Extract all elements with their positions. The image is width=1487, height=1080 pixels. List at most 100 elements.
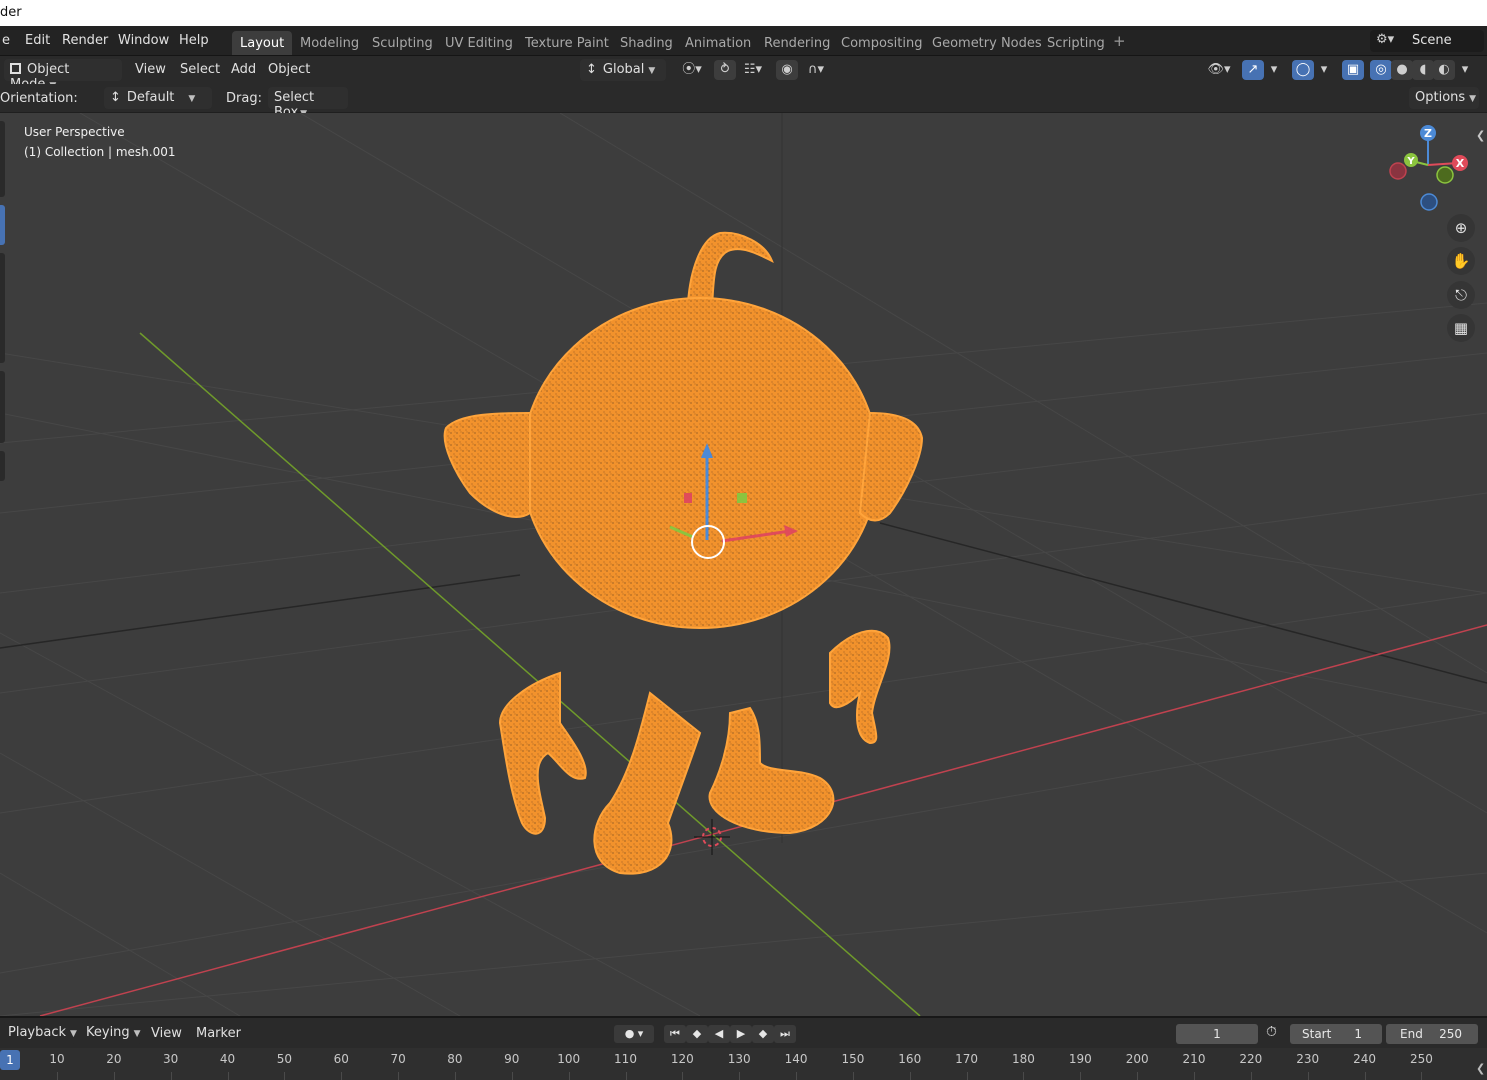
playback-dropdown[interactable]: Playback ▼ [2, 1022, 77, 1044]
frame-label: 150 [841, 1052, 865, 1066]
toolbar-group-transform[interactable] [0, 253, 5, 363]
toolbar-group-select[interactable] [0, 121, 5, 197]
orientation-dropdown[interactable]: ↕ Default ▼ [104, 87, 212, 109]
auto-keying-icon[interactable]: ● ▾ [614, 1025, 654, 1043]
jump-to-keyframe-prev-icon[interactable]: ◆ [686, 1025, 708, 1043]
zoom-icon[interactable]: ⊕ [1447, 214, 1475, 242]
falloff-icon[interactable]: ∩▾ [800, 60, 832, 80]
frame-label: 180 [1011, 1052, 1035, 1066]
window-title: der [0, 5, 22, 20]
toolbar-group-annotate[interactable] [0, 371, 5, 443]
chevron-down-icon: ▼ [133, 1029, 141, 1039]
tab-texture-paint[interactable]: Texture Paint [517, 31, 617, 55]
timeline-view-menu[interactable]: View [151, 1026, 182, 1041]
jump-to-end-icon[interactable]: ⏭ [774, 1025, 796, 1043]
chevron-down-icon[interactable]: ▾ [1314, 60, 1334, 80]
jump-to-keyframe-next-icon[interactable]: ◆ [752, 1025, 774, 1043]
3d-cursor-icon[interactable] [694, 819, 730, 855]
menu-object[interactable]: Object [268, 62, 310, 77]
navigation-gizmo[interactable]: Z X Y [1389, 125, 1468, 211]
3d-viewport[interactable]: Z X Y User Perspective (1) Collection | … [0, 113, 1487, 1016]
timeline-ruler[interactable]: 1 10 20 30 40 50 60 70 80 90 100 110 120 130 140 150 16… [0, 1048, 1487, 1080]
chevron-down-icon[interactable]: ▾ [1264, 60, 1284, 80]
preview-range-icon[interactable]: ⏱ [1266, 1024, 1277, 1040]
orientation-icon: ↕ [586, 62, 597, 77]
tab-modeling[interactable]: Modeling [292, 31, 367, 55]
material-shading-icon[interactable]: ◖ [1412, 60, 1434, 80]
scene-selector[interactable]: ⚙▾ Scene [1370, 30, 1484, 52]
mesh-head [521, 297, 879, 629]
start-frame-field[interactable]: Start 1 [1290, 1024, 1382, 1044]
toolbar-active-tool[interactable] [0, 205, 5, 245]
visibility-icon[interactable]: 👁▾ [1202, 60, 1236, 80]
menu-file[interactable]: e [2, 33, 10, 48]
frame-label: 40 [219, 1052, 236, 1066]
menu-window[interactable]: Window [118, 33, 169, 48]
menu-help[interactable]: Help [179, 33, 209, 48]
solid-shading-icon[interactable]: ● [1391, 60, 1413, 80]
gizmo-neg-z-handle[interactable] [1420, 193, 1438, 211]
menu-view[interactable]: View [135, 62, 166, 77]
toolbar-group-add[interactable] [0, 451, 5, 481]
keying-dropdown[interactable]: Keying ▼ [80, 1022, 142, 1044]
mode-dropdown[interactable]: Object Mode▼ [4, 59, 122, 92]
tab-shading[interactable]: Shading [612, 31, 681, 55]
xray-toggle-icon[interactable]: ▣ [1342, 60, 1364, 80]
jump-to-start-icon[interactable]: ⏮ [664, 1025, 686, 1043]
current-frame-field[interactable]: 1 [1176, 1024, 1258, 1044]
tab-sculpting[interactable]: Sculpting [364, 31, 441, 55]
overlay-toggle-icon[interactable]: ◯ [1292, 60, 1314, 80]
collapse-arrow-icon[interactable]: ❮ [1476, 1062, 1485, 1075]
frame-tick [1137, 1072, 1139, 1080]
frame-tick [1250, 1072, 1252, 1080]
wireframe-shading-icon[interactable]: ◎ [1370, 60, 1392, 80]
frame-tick [454, 1072, 456, 1080]
drag-dropdown[interactable]: Select Box▼ [268, 87, 348, 120]
chevron-down-icon[interactable]: ▾ [1455, 60, 1475, 80]
gizmo-neg-x-handle[interactable] [1389, 162, 1407, 180]
camera-view-icon[interactable]: ⎋ [1447, 281, 1475, 309]
frame-label: 30 [163, 1052, 179, 1066]
tab-animation[interactable]: Animation [677, 31, 759, 55]
add-workspace-icon[interactable]: + [1113, 32, 1126, 50]
timeline-marker-menu[interactable]: Marker [196, 1026, 241, 1041]
frame-tick [284, 1072, 286, 1080]
tab-geometry-nodes[interactable]: Geometry Nodes [924, 31, 1050, 55]
rendered-shading-icon[interactable]: ◐ [1433, 60, 1455, 80]
end-frame-field[interactable]: End 250 [1386, 1024, 1478, 1044]
pan-hand-icon[interactable]: ✋ [1447, 247, 1475, 275]
perspective-toggle-icon[interactable]: ▦ [1447, 314, 1475, 342]
options-dropdown[interactable]: Options ▼ [1409, 87, 1479, 109]
viewport-canvas[interactable]: Z X Y [0, 113, 1487, 1016]
gizmo-yz-plane[interactable] [737, 493, 747, 503]
gizmo-toggle-icon[interactable]: ↗ [1242, 60, 1264, 80]
menu-render[interactable]: Render [62, 33, 108, 48]
gizmo-neg-y-handle[interactable] [1436, 166, 1454, 184]
scene-icon: ⚙▾ [1376, 32, 1395, 47]
tab-compositing[interactable]: Compositing [833, 31, 931, 55]
tab-rendering[interactable]: Rendering [756, 31, 838, 55]
gizmo-xz-plane[interactable] [684, 493, 692, 503]
proportional-edit-icon[interactable]: ◉ [776, 60, 798, 80]
menu-add[interactable]: Add [231, 62, 256, 77]
view-perspective-label: User Perspective [24, 125, 125, 139]
tab-scripting[interactable]: Scripting [1039, 31, 1113, 55]
play-icon[interactable]: ▶ [730, 1025, 752, 1043]
play-reverse-icon[interactable]: ◀ [708, 1025, 730, 1043]
pivot-point-icon[interactable]: ⦿▾ [676, 60, 708, 80]
frame-label: 110 [614, 1052, 637, 1066]
left-toolbar[interactable] [0, 121, 6, 481]
snap-toggle-icon[interactable]: ⥁ [714, 60, 736, 80]
playhead-frame-badge[interactable]: 1 [0, 1050, 20, 1070]
transform-orientation-dropdown[interactable]: ↕ Global ▼ [580, 59, 666, 81]
frame-tick [625, 1072, 627, 1080]
orientation-label: Global [602, 62, 645, 77]
menu-edit[interactable]: Edit [25, 33, 50, 48]
menu-select[interactable]: Select [180, 62, 220, 77]
tab-layout[interactable]: Layout [232, 31, 293, 55]
snap-target-icon[interactable]: ☷▾ [736, 60, 770, 80]
sidebar-toggle-icon[interactable]: ❮ [1476, 129, 1485, 142]
selected-mesh-object[interactable] [443, 231, 924, 875]
tab-uv-editing[interactable]: UV Editing [437, 31, 521, 55]
top-menu-bar: e Edit Render Window Help Layout Modelin… [0, 26, 1487, 56]
